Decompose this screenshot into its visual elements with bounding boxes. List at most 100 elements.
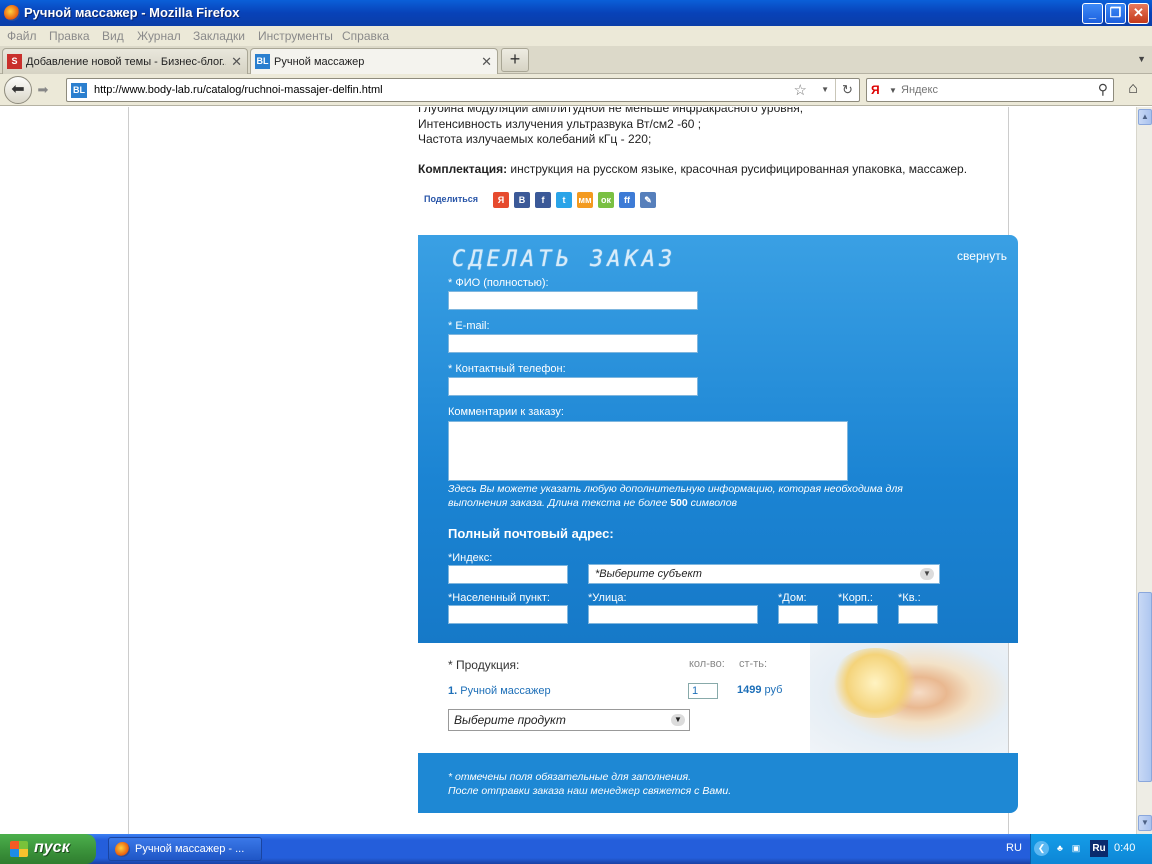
- minimize-button[interactable]: _: [1082, 3, 1103, 24]
- bookmark-star-icon[interactable]: ☆: [794, 81, 807, 99]
- phone-input[interactable]: [448, 377, 698, 396]
- city-input[interactable]: [448, 605, 568, 624]
- vk-icon[interactable]: В: [514, 192, 530, 208]
- region-select-value: *Выберите субъект: [595, 568, 702, 580]
- house-input[interactable]: [778, 605, 818, 624]
- new-tab-button[interactable]: +: [501, 48, 529, 72]
- url-text[interactable]: http://www.body-lab.ru/catalog/ruchnoi-m…: [94, 84, 383, 96]
- close-button[interactable]: ✕: [1128, 3, 1149, 24]
- menu-bookmarks[interactable]: Закладки: [193, 29, 245, 43]
- system-tray: ❮ ♣ ▣ Ru 0:40: [1030, 834, 1152, 864]
- forward-button[interactable]: ➡: [32, 80, 54, 100]
- product-price: 1499 руб: [737, 684, 782, 696]
- index-input[interactable]: [448, 565, 568, 584]
- collapse-link[interactable]: свернуть: [957, 249, 1007, 263]
- comment-label: Комментарии к заказу:: [448, 406, 564, 418]
- menu-edit[interactable]: Правка: [49, 29, 90, 43]
- spec-line: Частота излучаемых колебаний кГц - 220;: [418, 132, 652, 146]
- taskbar: пуск Ручной массажер - ... RU ❮ ♣ ▣ Ru 0…: [0, 834, 1152, 864]
- tab-list-icon[interactable]: ▼: [1137, 54, 1146, 64]
- comment-textarea[interactable]: [448, 421, 848, 481]
- price-currency: руб: [764, 684, 783, 696]
- share-label[interactable]: Поделиться: [424, 194, 478, 204]
- email-input[interactable]: [448, 334, 698, 353]
- menu-tools[interactable]: Инструменты: [258, 29, 333, 43]
- region-select[interactable]: *Выберите субъект ▼: [588, 564, 940, 584]
- url-history-dropdown-icon[interactable]: ▼: [821, 85, 829, 94]
- apartment-input[interactable]: [898, 605, 938, 624]
- tab-favicon: S: [7, 54, 22, 69]
- navigation-bar: ⬅ ➡ BL http://www.body-lab.ru/catalog/ru…: [0, 74, 1152, 106]
- network-icon[interactable]: ▣: [1069, 841, 1083, 856]
- fio-label: * ФИО (полностью):: [448, 277, 549, 289]
- taskbar-firefox-item[interactable]: Ручной массажер - ...: [108, 837, 262, 861]
- products-label: * Продукция:: [448, 658, 520, 672]
- qty-header: кол-во:: [689, 658, 725, 670]
- menu-help[interactable]: Справка: [342, 29, 389, 43]
- hint-suffix: символов: [687, 497, 738, 509]
- tray-app-icon[interactable]: ♣: [1053, 841, 1067, 856]
- menu-view[interactable]: Вид: [102, 29, 124, 43]
- quantity-input[interactable]: 1: [688, 683, 718, 699]
- keyboard-layout-indicator[interactable]: Ru: [1090, 840, 1108, 857]
- search-icon[interactable]: ⚲: [1098, 81, 1108, 98]
- tray-expand-icon[interactable]: ❮: [1034, 841, 1049, 856]
- building-input[interactable]: [838, 605, 878, 624]
- price-value: 1499: [737, 684, 762, 696]
- street-input[interactable]: [588, 605, 758, 624]
- vertical-scrollbar[interactable]: ▲ ▼: [1136, 107, 1152, 834]
- comment-hint: Здесь Вы можете указать любую дополнител…: [448, 482, 948, 510]
- yandex-icon[interactable]: Я: [871, 83, 880, 97]
- maximize-button[interactable]: ❐: [1105, 3, 1126, 24]
- facebook-icon[interactable]: f: [535, 192, 551, 208]
- photo-hair: [830, 648, 920, 718]
- tab-favicon: BL: [255, 54, 270, 69]
- product-link[interactable]: Ручной массажер: [460, 685, 550, 697]
- tab-close-icon[interactable]: ✕: [231, 54, 242, 70]
- required-note: * отмечены поля обязательные для заполне…: [448, 771, 692, 783]
- form-footer: * отмечены поля обязательные для заполне…: [418, 753, 1018, 813]
- products-section: * Продукция: кол-во: ст-ть: 1. Ручной ма…: [418, 643, 1008, 753]
- tab-label: Ручной массажер: [274, 56, 365, 68]
- fio-input[interactable]: [448, 291, 698, 310]
- house-label: *Дом:: [778, 592, 807, 604]
- product-select[interactable]: Выберите продукт ▼: [448, 709, 690, 731]
- back-button[interactable]: ⬅: [4, 76, 32, 104]
- email-label: * E-mail:: [448, 320, 490, 332]
- friendfeed-icon[interactable]: ff: [619, 192, 635, 208]
- menu-bar: Файл Правка Вид Журнал Закладки Инструме…: [0, 26, 1152, 46]
- home-button[interactable]: ⌂: [1119, 78, 1147, 102]
- search-engine-dropdown-icon[interactable]: ▼: [889, 86, 897, 95]
- twitter-icon[interactable]: t: [556, 192, 572, 208]
- url-bar[interactable]: BL http://www.body-lab.ru/catalog/ruchno…: [66, 78, 860, 102]
- spec-line: Глубина модуляции амплитудной не меньше …: [418, 107, 804, 115]
- order-title: СДЕЛАТЬ ЗАКАЗ: [452, 247, 677, 272]
- chevron-down-icon: ▼: [920, 568, 934, 580]
- reload-button[interactable]: ↻: [835, 79, 859, 101]
- manager-note: После отправки заказа наш менеджер свяже…: [448, 785, 732, 797]
- odnoklassniki-icon[interactable]: ок: [598, 192, 614, 208]
- moimir-icon[interactable]: мм: [577, 192, 593, 208]
- tab-massager[interactable]: BL Ручной массажер ✕: [250, 48, 498, 75]
- product-number: 1.: [448, 685, 458, 697]
- search-bar[interactable]: Я ▼ ⚲: [866, 78, 1114, 102]
- window-title: Ручной массажер - Mozilla Firefox: [24, 5, 240, 20]
- tab-close-icon[interactable]: ✕: [481, 54, 492, 70]
- livejournal-icon[interactable]: ✎: [640, 192, 656, 208]
- scroll-down-button[interactable]: ▼: [1138, 815, 1152, 831]
- menu-history[interactable]: Журнал: [137, 29, 181, 43]
- menu-file[interactable]: Файл: [7, 29, 37, 43]
- product-item: 1. Ручной массажер: [448, 685, 551, 697]
- tab-bar: S Добавление новой темы - Бизнес-блог...…: [0, 46, 1152, 75]
- title-bar: Ручной массажер - Mozilla Firefox _ ❐ ✕: [0, 0, 1152, 26]
- tab-business-blog[interactable]: S Добавление новой темы - Бизнес-блог...…: [2, 48, 248, 74]
- screen: Ручной массажер - Mozilla Firefox _ ❐ ✕ …: [0, 0, 1152, 864]
- language-indicator[interactable]: RU: [1006, 842, 1022, 854]
- scroll-thumb[interactable]: [1138, 592, 1152, 782]
- ya-icon[interactable]: Я: [493, 192, 509, 208]
- order-form: СДЕЛАТЬ ЗАКАЗ свернуть * ФИО (полностью)…: [418, 235, 1018, 643]
- start-button[interactable]: пуск: [0, 834, 96, 864]
- search-input[interactable]: [901, 82, 1081, 98]
- scroll-up-button[interactable]: ▲: [1138, 109, 1152, 125]
- phone-label: * Контактный телефон:: [448, 363, 566, 375]
